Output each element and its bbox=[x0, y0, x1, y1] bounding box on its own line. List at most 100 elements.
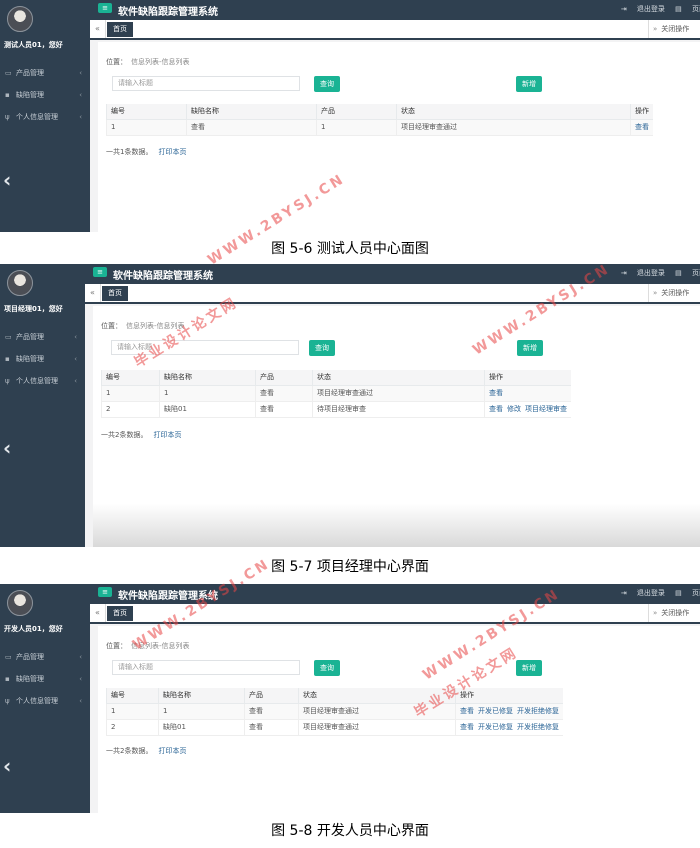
sidebar-item-personal[interactable]: ψ 个人信息管理 ‹ bbox=[0, 106, 90, 128]
cell-name: 1 bbox=[158, 703, 245, 720]
cell-name-link[interactable]: 查看 bbox=[186, 119, 317, 136]
tab-home[interactable]: 首页 bbox=[107, 606, 133, 621]
bug-icon: ▪ bbox=[5, 675, 10, 683]
column-header: 操作 bbox=[630, 104, 653, 120]
menu-toggle-icon[interactable]: ≡ bbox=[93, 267, 107, 277]
page-label: 页面 bbox=[692, 5, 700, 13]
sidebar-item-personal[interactable]: ψ 个人信息管理 ‹ bbox=[0, 370, 85, 392]
sidebar-item-product[interactable]: ▭ 产品管理 ‹ bbox=[0, 62, 90, 84]
manager-review-link[interactable]: 项目经理审查 bbox=[525, 405, 567, 413]
avatar[interactable] bbox=[7, 6, 33, 32]
table-header: 编号 缺陷名称 产品 状态 操作 bbox=[106, 688, 563, 704]
cutlery-icon: ψ bbox=[5, 113, 10, 121]
collapse-arrow-icon[interactable]: ‹ bbox=[3, 436, 11, 460]
query-button[interactable]: 查询 bbox=[309, 340, 335, 356]
view-link[interactable]: 查看 bbox=[460, 723, 474, 731]
sidebar: 开发人员01，您好 ▭ 产品管理 ‹ ▪ 缺陷管理 ‹ ψ 个人信息管理 ‹ ‹ bbox=[0, 584, 90, 813]
sidebar-item-defect[interactable]: ▪ 缺陷管理 ‹ bbox=[0, 84, 90, 106]
avatar[interactable] bbox=[7, 590, 33, 616]
add-button[interactable]: 新增 bbox=[516, 76, 542, 92]
view-link[interactable]: 查看 bbox=[489, 405, 503, 413]
page-link[interactable]: ▤ 页面 bbox=[675, 269, 700, 277]
add-button[interactable]: 新增 bbox=[516, 660, 542, 676]
cell-name: 缺陷01 bbox=[158, 719, 245, 736]
close-ops-button[interactable]: » 关闭操作 bbox=[648, 604, 700, 622]
sidebar-item-personal[interactable]: ψ 个人信息管理 ‹ bbox=[0, 690, 90, 712]
tab-home[interactable]: 首页 bbox=[107, 22, 133, 37]
sidebar-item-defect[interactable]: ▪ 缺陷管理 ‹ bbox=[0, 668, 90, 690]
dev-reject-link[interactable]: 开发拒绝修复 bbox=[517, 707, 559, 715]
view-link[interactable]: 查看 bbox=[460, 707, 474, 715]
page-label: 页面 bbox=[692, 269, 700, 277]
cell-actions: 查看 修改 项目经理审查 bbox=[484, 401, 571, 418]
modify-link[interactable]: 修改 bbox=[507, 405, 521, 413]
view-link[interactable]: 查看 bbox=[635, 123, 649, 131]
add-button[interactable]: 新增 bbox=[517, 340, 543, 356]
cell-id: 1 bbox=[106, 119, 187, 136]
dev-fixed-link[interactable]: 开发已修复 bbox=[478, 707, 513, 715]
print-link[interactable]: 打印本页 bbox=[158, 747, 186, 755]
cell-product-link[interactable]: 查看 bbox=[244, 703, 299, 720]
side-menu: ▭ 产品管理 ‹ ▪ 缺陷管理 ‹ ψ 个人信息管理 ‹ bbox=[0, 62, 90, 128]
table-row: 2 缺陷01 查看 项目经理审查通过 查看 开发已修复 开发拒绝修复 bbox=[106, 719, 563, 736]
menu-toggle-icon[interactable]: ≡ bbox=[98, 587, 112, 597]
query-button[interactable]: 查询 bbox=[314, 660, 340, 676]
cell-product-link[interactable]: 查看 bbox=[244, 719, 299, 736]
tab-scroll-left-icon[interactable]: « bbox=[85, 284, 101, 302]
query-button[interactable]: 查询 bbox=[314, 76, 340, 92]
user-greeting: 测试人员01，您好 bbox=[4, 41, 63, 49]
sidebar-item-product[interactable]: ▭ 产品管理 ‹ bbox=[0, 646, 90, 668]
page-link[interactable]: ▤ 页面 bbox=[675, 589, 700, 597]
print-link[interactable]: 打印本页 bbox=[158, 148, 186, 156]
top-navbar: ≡ 软件缺陷跟踪管理系统 ⇥ 退出登录 ▤ 页面 bbox=[90, 0, 700, 20]
tab-scroll-right-icon[interactable]: » bbox=[653, 25, 657, 33]
cell-actions: 查看 bbox=[484, 385, 571, 402]
close-ops-button[interactable]: » 关闭操作 bbox=[648, 284, 700, 302]
cell-product-link[interactable]: 查看 bbox=[255, 401, 313, 418]
cell-status: 项目经理审查通过 bbox=[396, 119, 631, 136]
tab-scroll-right-icon[interactable]: » bbox=[653, 609, 657, 617]
cutlery-icon: ψ bbox=[5, 377, 10, 385]
search-input[interactable]: 请输入标题 bbox=[112, 76, 300, 91]
screenshot-developer: 开发人员01，您好 ▭ 产品管理 ‹ ▪ 缺陷管理 ‹ ψ 个人信息管理 ‹ ‹ ≡ 软件缺… bbox=[0, 584, 700, 813]
system-title: 软件缺陷跟踪管理系统 bbox=[118, 7, 218, 18]
table-summary: 一共2条数据。 打印本页 bbox=[106, 746, 186, 756]
page-link[interactable]: ▤ 页面 bbox=[675, 5, 700, 13]
cell-product-link[interactable]: 查看 bbox=[255, 385, 313, 402]
chevron-left-icon: ‹ bbox=[74, 333, 77, 341]
column-header: 产品 bbox=[316, 104, 397, 120]
tab-bar: « 首页 » 关闭操作 bbox=[85, 284, 700, 304]
logout-label: 退出登录 bbox=[636, 269, 665, 277]
column-header: 编号 bbox=[106, 104, 187, 120]
logout-link[interactable]: ⇥ 退出登录 bbox=[621, 5, 665, 13]
logout-link[interactable]: ⇥ 退出登录 bbox=[621, 589, 665, 597]
column-header: 缺陷名称 bbox=[158, 688, 245, 704]
tab-scroll-left-icon[interactable]: « bbox=[90, 604, 106, 622]
tab-home[interactable]: 首页 bbox=[102, 286, 128, 301]
close-ops-button[interactable]: » 关闭操作 bbox=[648, 20, 700, 38]
page-label: 页面 bbox=[692, 589, 700, 597]
sidebar: 测试人员01，您好 ▭ 产品管理 ‹ ▪ 缺陷管理 ‹ ψ 个人信息管理 ‹ ‹ bbox=[0, 0, 90, 232]
avatar[interactable] bbox=[7, 270, 33, 296]
collapse-arrow-icon[interactable]: ‹ bbox=[3, 754, 11, 778]
sidebar-item-product[interactable]: ▭ 产品管理 ‹ bbox=[0, 326, 85, 348]
dev-reject-link[interactable]: 开发拒绝修复 bbox=[517, 723, 559, 731]
content-panel: 位置： 信息列表-信息列表 请输入标题 查询 新增 编号 缺陷名称 产品 状态 操… bbox=[90, 626, 700, 813]
figure-caption: 图 5-6 测试人员中心面图 bbox=[271, 241, 429, 257]
print-link[interactable]: 打印本页 bbox=[153, 431, 181, 439]
view-link[interactable]: 查看 bbox=[489, 389, 503, 397]
tab-scroll-left-icon[interactable]: « bbox=[90, 20, 106, 38]
cell-id: 2 bbox=[106, 719, 159, 736]
chevron-left-icon: ‹ bbox=[79, 697, 82, 705]
tab-scroll-right-icon[interactable]: » bbox=[653, 289, 657, 297]
dev-fixed-link[interactable]: 开发已修复 bbox=[478, 723, 513, 731]
logout-link[interactable]: ⇥ 退出登录 bbox=[621, 269, 665, 277]
sidebar-item-defect[interactable]: ▪ 缺陷管理 ‹ bbox=[0, 348, 85, 370]
menu-toggle-icon[interactable]: ≡ bbox=[98, 3, 112, 13]
collapse-arrow-icon[interactable]: ‹ bbox=[3, 168, 11, 192]
content-panel: 位置： 信息列表-信息列表 请输入标题 查询 新增 编号 缺陷名称 产品 状态 操… bbox=[90, 42, 700, 232]
sidebar-item-label: 个人信息管理 bbox=[16, 377, 58, 385]
column-header: 状态 bbox=[396, 104, 631, 120]
breadcrumb: 位置： 信息列表-信息列表 bbox=[106, 57, 190, 67]
search-input[interactable]: 请输入标题 bbox=[112, 660, 300, 675]
